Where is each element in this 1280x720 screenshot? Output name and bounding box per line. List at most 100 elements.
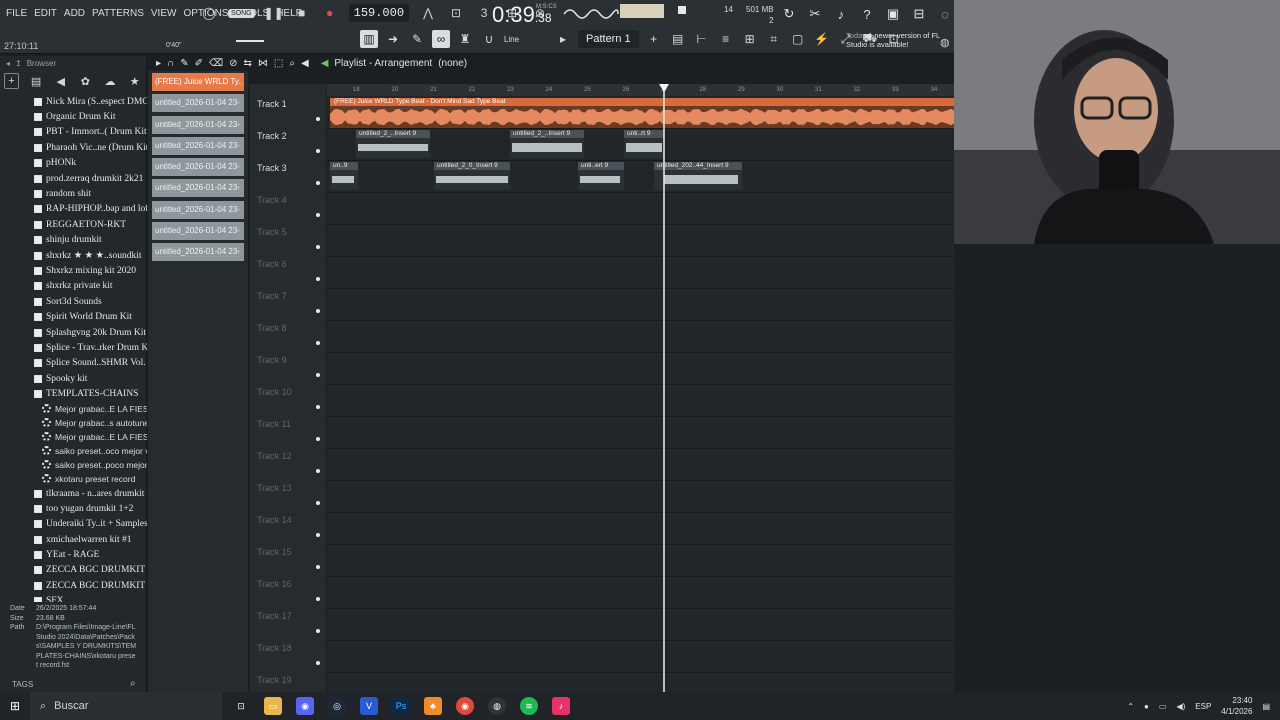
- playhead[interactable]: [663, 84, 665, 692]
- cloud-icon[interactable]: ☁: [103, 73, 118, 89]
- slice-tool-icon[interactable]: ⋈: [258, 58, 268, 69]
- folder-item[interactable]: ZECCA BGC DRUMKIT: [0, 563, 147, 578]
- track-header[interactable]: Track 2: [250, 129, 326, 161]
- plugin-icon[interactable]: ✿: [78, 73, 93, 89]
- record-button[interactable]: ●: [321, 4, 339, 22]
- pattern-selector[interactable]: Pattern 1: [578, 30, 639, 48]
- track-header[interactable]: Track 6: [250, 257, 326, 289]
- save-icon[interactable]: ▣: [884, 5, 902, 23]
- clip-source[interactable]: untitled_2026-01-04 23-: [152, 200, 244, 219]
- track-mute-dot[interactable]: [316, 597, 320, 601]
- refresh-icon[interactable]: ↻: [780, 5, 798, 23]
- track-mute-dot[interactable]: [316, 533, 320, 537]
- clip-source[interactable]: untitled_2026-01-04 23-: [152, 158, 244, 177]
- track-header[interactable]: Track 16: [250, 577, 326, 609]
- taskbar-search[interactable]: ⌕ Buscar: [30, 692, 222, 720]
- folder-item[interactable]: random shit: [0, 186, 147, 201]
- song-mode-toggle[interactable]: SONG: [228, 8, 255, 18]
- folder-item[interactable]: shinju drumkit: [0, 233, 147, 248]
- track-mute-dot[interactable]: [316, 309, 320, 313]
- mic-tray-icon[interactable]: ●: [1144, 702, 1149, 711]
- menu-add[interactable]: ADD: [64, 8, 85, 19]
- notification-icon[interactable]: ▤: [1262, 702, 1270, 711]
- mixer-view-icon[interactable]: ⊞: [741, 30, 759, 48]
- headphone-icon[interactable]: ∩: [167, 58, 174, 69]
- audio-clip[interactable]: untitled_2_0_Insert 9: [434, 162, 510, 190]
- track-mute-dot[interactable]: [316, 181, 320, 185]
- tempo-field[interactable]: 159.000: [348, 4, 410, 22]
- folder-item[interactable]: tlkraama - n..ares drumkit: [0, 486, 147, 501]
- folder-item[interactable]: Spooky kit: [0, 371, 147, 386]
- song-clock[interactable]: 0:39:38 M:S:CS: [492, 2, 557, 28]
- track-header[interactable]: Track 5: [250, 225, 326, 257]
- wait-input-icon[interactable]: ⊡: [447, 4, 465, 22]
- add-pattern-icon[interactable]: +: [645, 30, 663, 48]
- select-tool-icon[interactable]: ⬚: [274, 58, 283, 69]
- folder-item[interactable]: pHONk: [0, 156, 147, 171]
- preset-item[interactable]: Mejor grabac..E LA FIESTA: [0, 402, 147, 416]
- track-header[interactable]: Track 3: [250, 161, 326, 193]
- link-icon[interactable]: ∞: [432, 30, 450, 48]
- stop-button[interactable]: ■: [293, 4, 311, 22]
- windows-start-icon[interactable]: ⊞: [10, 699, 20, 713]
- clip-source[interactable]: untitled_2026-01-04 23-: [152, 243, 244, 262]
- track-mute-dot[interactable]: [316, 149, 320, 153]
- folder-item[interactable]: Splashgvng 20k Drum Kit: [0, 325, 147, 340]
- track-header[interactable]: Track 8: [250, 321, 326, 353]
- photoshop-icon[interactable]: Ps: [392, 697, 410, 715]
- folder-item[interactable]: xmichaelwarren kit #1: [0, 532, 147, 547]
- add-folder-icon[interactable]: +: [4, 73, 19, 89]
- track-header[interactable]: Track 11: [250, 417, 326, 449]
- preset-item[interactable]: Mejor grabac..s autotune): [0, 416, 147, 430]
- folder-item[interactable]: Spirit World Drum Kit: [0, 309, 147, 324]
- track-mute-dot[interactable]: [316, 405, 320, 409]
- clip-source[interactable]: untitled_2026-01-04 23-: [152, 115, 244, 134]
- preset-item[interactable]: Mejor grabac..E LA FIESTA: [0, 430, 147, 444]
- browser-view-icon[interactable]: ⌗: [765, 30, 783, 48]
- zoom-tool-icon[interactable]: ⌕: [289, 58, 295, 69]
- metronome-icon[interactable]: ⋀: [419, 4, 437, 22]
- folder-item[interactable]: ZECCA BGC DRUMKIT 2: [0, 578, 147, 593]
- star-icon[interactable]: ★: [127, 73, 142, 89]
- files-icon[interactable]: ▤: [29, 73, 44, 89]
- clip-source[interactable]: untitled_2026-01-04 23-: [152, 94, 244, 113]
- channel-rack-icon[interactable]: ≡: [717, 30, 735, 48]
- plug-icon[interactable]: ⚡: [813, 30, 831, 48]
- track-mute-dot[interactable]: [316, 501, 320, 505]
- menu-file[interactable]: FILE: [6, 8, 27, 19]
- news-panel[interactable]: Today A newer version of FL Studio is av…: [846, 31, 954, 49]
- folder-item[interactable]: Sort3d Sounds: [0, 294, 147, 309]
- folder-item[interactable]: shxrkz private kit: [0, 279, 147, 294]
- tray-expand-icon[interactable]: ⌃: [1127, 702, 1134, 711]
- track-header[interactable]: Track 4: [250, 193, 326, 225]
- playlist-grid[interactable]: [327, 96, 954, 705]
- loop-icon[interactable]: ◯: [200, 4, 218, 22]
- folder-item[interactable]: REGGAETON-RKT: [0, 217, 147, 232]
- track-header[interactable]: Track 12: [250, 449, 326, 481]
- folder-item[interactable]: Nick Mira (S..espect DMCA: [0, 94, 147, 109]
- track-mute-dot[interactable]: [316, 341, 320, 345]
- flstudio-icon[interactable]: ♣: [424, 697, 442, 715]
- arrow-right-icon[interactable]: ➜: [384, 30, 402, 48]
- mixer-icon[interactable]: ⊟: [910, 5, 928, 23]
- tiktok-icon[interactable]: ♪: [552, 697, 570, 715]
- network-icon[interactable]: ▭: [1159, 702, 1167, 711]
- folder-item[interactable]: too yugan drumkit 1+2: [0, 501, 147, 516]
- track-mute-dot[interactable]: [316, 469, 320, 473]
- globe-icon[interactable]: ◍: [940, 36, 950, 49]
- clip-source[interactable]: (FREE) Juice WRLD Ty..: [152, 73, 244, 91]
- snap-select[interactable]: Line: [504, 35, 548, 44]
- task-view-icon[interactable]: ⊡: [232, 697, 250, 715]
- chrome-icon[interactable]: ◉: [456, 697, 474, 715]
- collapse-icon[interactable]: ◂: [6, 59, 10, 68]
- preset-item[interactable]: saiko preset..poco mejor: [0, 458, 147, 472]
- audio-clip[interactable]: untitled_2_..Insert 9: [356, 130, 430, 158]
- audio-clip[interactable]: untitled_202..44_Insert 9: [654, 162, 742, 190]
- stamp-icon[interactable]: ♜: [456, 30, 474, 48]
- track-header[interactable]: Track 9: [250, 353, 326, 385]
- file-icon[interactable]: ▢: [789, 30, 807, 48]
- track-header[interactable]: Track 14: [250, 513, 326, 545]
- folder-item[interactable]: Organic Drum Kit: [0, 109, 147, 124]
- play-button[interactable]: ❚❚: [264, 4, 284, 22]
- magnet-icon[interactable]: ∪: [480, 30, 498, 48]
